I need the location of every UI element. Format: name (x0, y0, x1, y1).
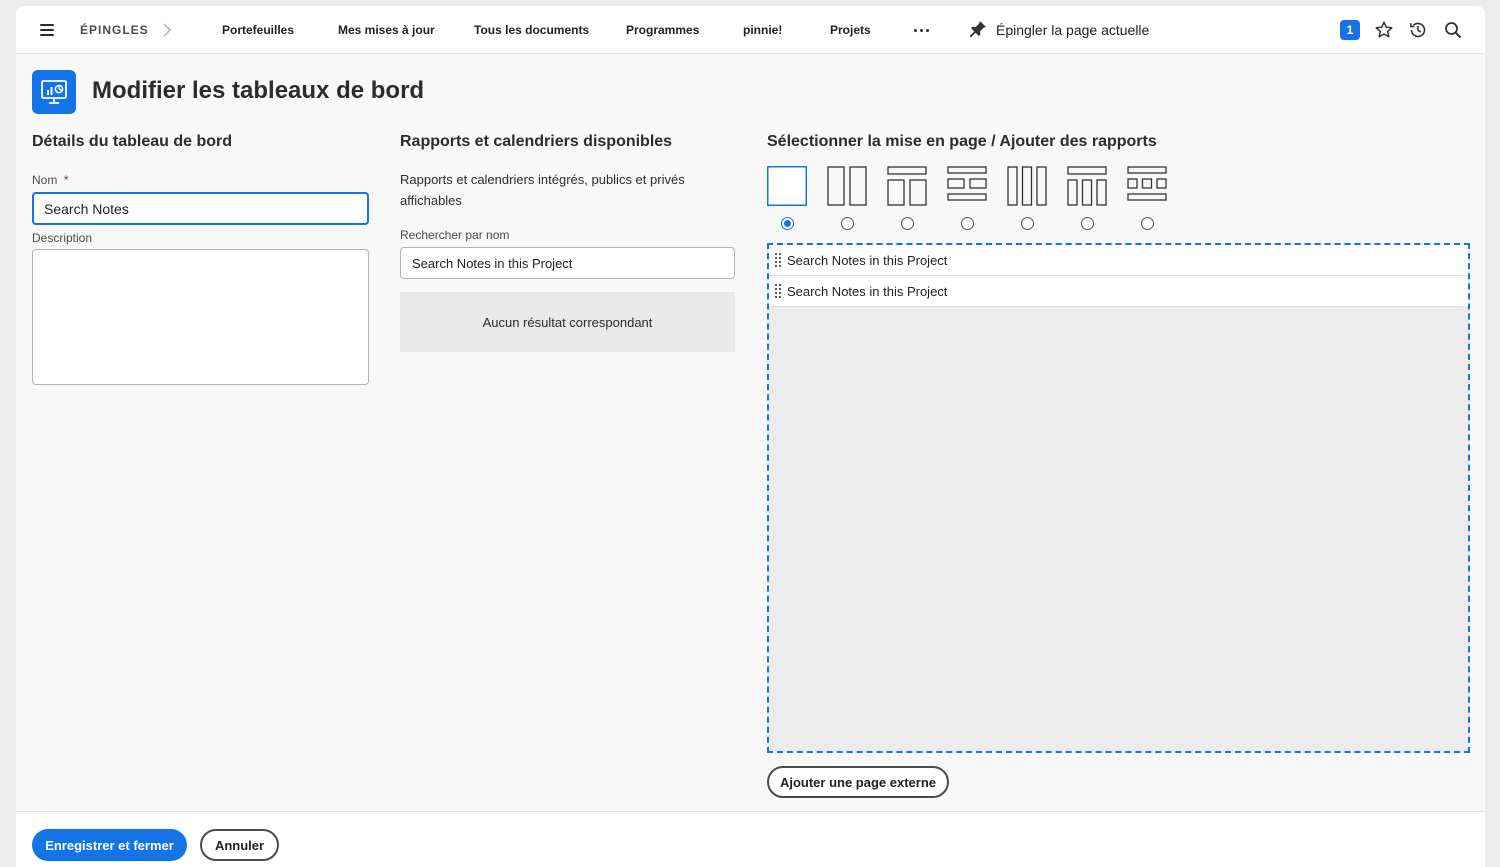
layout-radio-4[interactable] (960, 217, 974, 230)
notification-count: 1 (1340, 20, 1360, 40)
search-input[interactable] (400, 247, 735, 279)
app-window: ÉPINGLES Portefeuilles Mes mises à jour … (16, 6, 1485, 867)
description-field[interactable] (32, 249, 369, 385)
available-description: Rapports et calendriers intégrés, public… (400, 172, 685, 208)
cancel-button[interactable]: Annuler (200, 829, 279, 861)
layout-option-three-columns[interactable] (1007, 166, 1047, 230)
layout-option-rows-two-columns[interactable] (947, 166, 987, 230)
nav-pinnie[interactable]: pinnie! (743, 6, 782, 54)
layout-option-header-three-columns[interactable] (1067, 166, 1107, 230)
layout-radio-1[interactable] (780, 217, 794, 230)
layout-option-header-two-columns[interactable] (887, 166, 927, 230)
report-row[interactable]: Search Notes in this Project (769, 245, 1468, 276)
no-results-message: Aucun résultat correspondant (400, 292, 735, 352)
pin-current-page-button[interactable]: Épingler la page actuelle (968, 6, 1149, 54)
search-label: Rechercher par nom (400, 228, 510, 242)
search-icon[interactable] (1443, 6, 1463, 54)
add-external-page-button[interactable]: Ajouter une page externe (767, 766, 949, 798)
layout-radio-5[interactable] (1020, 217, 1034, 230)
report-row[interactable]: Search Notes in this Project (769, 276, 1468, 307)
layout-radio-7[interactable] (1140, 217, 1154, 230)
details-heading: Détails du tableau de bord (32, 133, 233, 150)
nav-projets[interactable]: Projets (830, 6, 871, 54)
name-label-text: Nom (32, 173, 58, 187)
menu-icon[interactable] (40, 6, 54, 54)
layout-radio-3[interactable] (900, 217, 914, 230)
nav-mes-mises-a-jour[interactable]: Mes mises à jour (338, 6, 435, 54)
more-icon[interactable] (912, 6, 930, 54)
layout-heading: Sélectionner la mise en page / Ajouter d… (767, 133, 1157, 150)
dashboard-icon (32, 70, 76, 114)
history-icon[interactable] (1408, 6, 1428, 54)
layout-options (767, 166, 1167, 230)
save-and-close-button[interactable]: Enregistrer et fermer (32, 829, 187, 861)
pin-current-page-label: Épingler la page actuelle (996, 22, 1150, 38)
layout-option-rows-three-columns[interactable] (1127, 166, 1167, 230)
name-label: Nom * (32, 173, 68, 187)
page-title: Modifier les tableaux de bord (92, 77, 425, 104)
report-name: Search Notes in this Project (787, 252, 948, 268)
report-name: Search Notes in this Project (787, 283, 948, 299)
drag-handle-icon[interactable] (775, 253, 781, 267)
layout-option-single-column[interactable] (767, 166, 807, 230)
drag-handle-icon[interactable] (775, 284, 781, 298)
nav-tous-les-documents[interactable]: Tous les documents (474, 6, 589, 54)
layout-radio-6[interactable] (1080, 217, 1094, 230)
description-label: Description (32, 231, 93, 245)
nav-programmes[interactable]: Programmes (626, 6, 699, 54)
pin-icon (968, 19, 988, 42)
available-heading: Rapports et calendriers disponibles (400, 133, 673, 150)
top-nav: ÉPINGLES Portefeuilles Mes mises à jour … (16, 6, 1485, 54)
chevron-right-icon (160, 6, 174, 54)
layout-option-two-columns[interactable] (827, 166, 867, 230)
name-field[interactable] (32, 192, 369, 225)
pins-label: ÉPINGLES (80, 23, 149, 37)
report-drop-zone[interactable]: Search Notes in this Project Search Note… (767, 243, 1470, 753)
required-mark: * (63, 173, 69, 187)
footer-bar: Enregistrer et fermer Annuler (16, 811, 1485, 867)
nav-portefeuilles[interactable]: Portefeuilles (222, 6, 294, 54)
notification-badge[interactable]: 1 (1340, 6, 1360, 54)
layout-radio-2[interactable] (840, 217, 854, 230)
star-icon[interactable] (1374, 6, 1394, 54)
